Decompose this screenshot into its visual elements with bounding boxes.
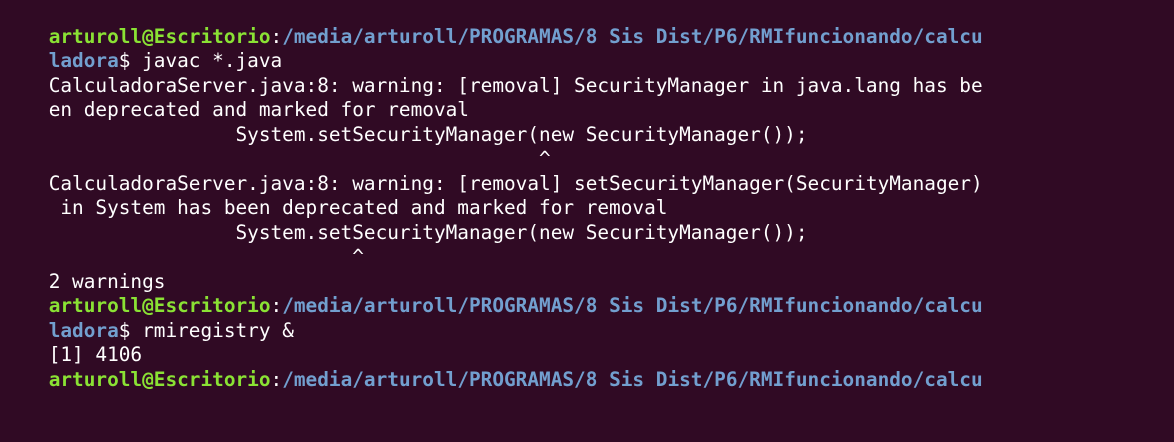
output-text: in System has been deprecated and marked… [48, 196, 668, 219]
prompt-user-host: arturoll@Escritorio [48, 24, 271, 48]
output-text: CalculadoraServer.java:8: warning: [remo… [48, 171, 983, 195]
prompt-separator: : [270, 24, 283, 48]
terminal-line: arturoll@Escritorio:/media/arturoll/PROG… [2, 343, 1174, 391]
prompt-path: /media/arturoll/PROGRAMAS/8 Sis Dist/P6/… [282, 294, 983, 317]
prompt-path: ladora [48, 49, 119, 72]
output-text: ^ [48, 147, 551, 170]
output-text: [1] 4106 [48, 343, 143, 366]
command-text: $ javac *.java [118, 49, 283, 72]
output-text: System.setSecurityManager(new SecurityMa… [48, 122, 808, 146]
output-text: en deprecated and marked for removal [48, 98, 469, 121]
output-text: 2 warnings [48, 269, 166, 293]
prompt-path: /media/arturoll/PROGRAMAS/8 Sis Dist/P6/… [282, 24, 983, 48]
prompt-separator: : [270, 367, 283, 391]
terminal-window[interactable]: arturoll@Escritorio:/media/arturoll/PROG… [0, 0, 1174, 442]
terminal-line: arturoll@Escritorio:/media/arturoll/PROG… [2, 0, 1174, 48]
prompt-user-host: arturoll@Escritorio [48, 367, 271, 391]
prompt-path: ladora [48, 318, 119, 342]
prompt-user-host: arturoll@Escritorio [48, 294, 271, 317]
command-text: $ rmiregistry & [118, 318, 294, 342]
prompt-path: /media/arturoll/PROGRAMAS/8 Sis Dist/P6/… [282, 367, 983, 391]
terminal-line: arturoll@Escritorio:/media/arturoll/PROG… [2, 270, 1174, 317]
prompt-separator: : [270, 294, 283, 317]
output-text: System.setSecurityManager(new SecurityMa… [48, 220, 808, 244]
output-text: CalculadoraServer.java:8: warning: [remo… [48, 73, 983, 97]
output-text: ^ [48, 245, 364, 268]
